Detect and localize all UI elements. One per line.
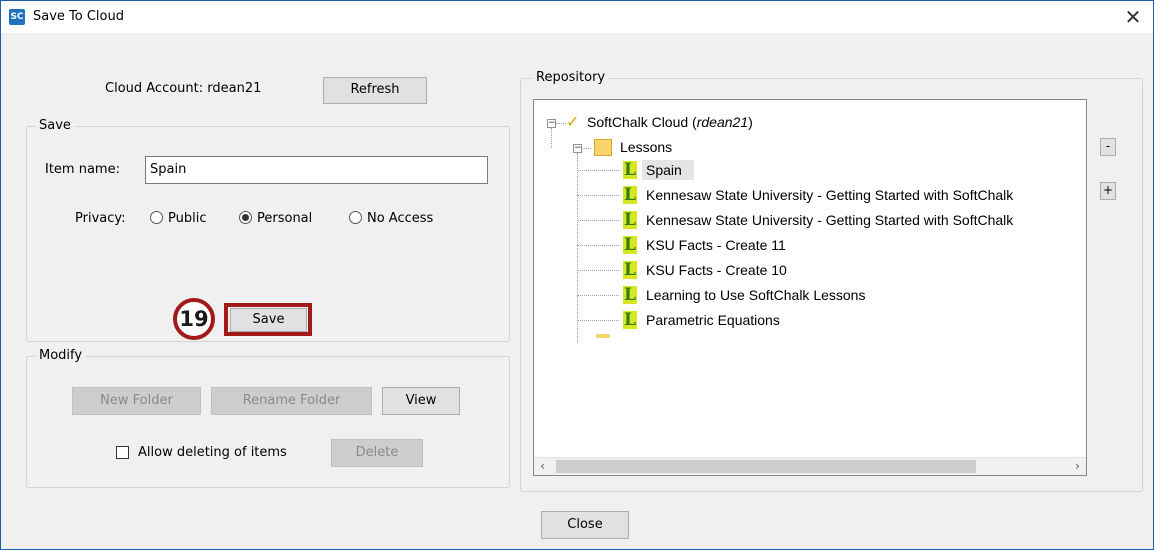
tree-folder-lessons[interactable]: Lessons [620,139,672,155]
view-button[interactable]: View [382,387,460,415]
lesson-icon: L [623,160,637,180]
modify-group-legend: Modify [35,348,87,363]
softchalk-app-icon: SC [9,9,25,25]
save-to-cloud-dialog: SC Save To Cloud ✕ Cloud Account: rdean2… [0,0,1154,550]
tree-guide [577,245,619,246]
tree-guide [577,220,619,221]
softchalk-cloud-icon: ✓ [566,112,580,131]
tree-guide [577,320,619,321]
allow-deleting-label: Allow deleting of items [138,445,287,460]
cloud-account-label: Cloud Account: rdean21 [105,81,262,96]
collapse-lessons-toggle[interactable]: − [573,144,582,153]
lesson-icon: L [623,285,637,305]
privacy-personal-radio[interactable] [239,211,252,224]
window-title: Save To Cloud [33,9,124,24]
lesson-icon: L [623,210,637,230]
tree-item[interactable]: KSU Facts - Create 10 [646,262,787,278]
privacy-label: Privacy: [75,211,126,226]
tree-guide [551,128,552,148]
tree-guide [577,195,619,196]
tree-guide [577,170,619,171]
tree-root-node[interactable]: SoftChalk Cloud (rdean21) [587,114,753,130]
tree-item[interactable]: Parametric Equations [646,312,780,328]
lesson-icon: L [623,235,637,255]
lesson-icon: L [623,260,637,280]
title-bar: SC Save To Cloud ✕ [1,1,1153,33]
privacy-public-radio[interactable] [150,211,163,224]
repository-group-legend: Repository [532,70,610,85]
item-name-label: Item name: [45,162,120,177]
save-button-highlight [224,303,312,336]
new-folder-button[interactable]: New Folder [72,387,201,415]
tree-guide [577,295,619,296]
step-number-badge: 19 [173,298,215,340]
scroll-right-icon[interactable]: › [1069,458,1086,475]
save-group-legend: Save [35,118,75,133]
tree-item-spain[interactable]: Spain [646,162,682,178]
tree-guide [581,148,591,149]
tree-item[interactable]: Learning to Use SoftChalk Lessons [646,287,865,303]
tree-item[interactable]: KSU Facts - Create 11 [646,237,786,253]
refresh-button[interactable]: Refresh [323,77,427,104]
privacy-no-access-option[interactable]: No Access [349,211,433,226]
repository-tree[interactable]: − ✓ SoftChalk Cloud (rdean21) − Lessons … [533,99,1087,476]
tree-guide [556,123,566,124]
folder-icon [594,139,612,156]
close-button[interactable]: Close [541,511,629,539]
item-name-input[interactable]: Spain [145,156,488,184]
tree-guide [577,153,578,343]
privacy-personal-option[interactable]: Personal [239,211,312,226]
tree-item[interactable]: Kennesaw State University - Getting Star… [646,212,1013,228]
scroll-left-icon[interactable]: ‹ [534,458,551,475]
partial-folder-icon [596,334,610,338]
lesson-icon: L [623,310,637,330]
allow-deleting-checkbox[interactable] [116,446,129,459]
lesson-icon: L [623,185,637,205]
collapse-root-toggle[interactable]: − [547,119,556,128]
privacy-public-option[interactable]: Public [150,211,206,226]
modify-group [26,356,510,488]
expand-all-button[interactable]: + [1100,182,1116,200]
close-window-icon[interactable]: ✕ [1113,1,1153,33]
privacy-no-access-radio[interactable] [349,211,362,224]
collapse-all-button[interactable]: - [1100,138,1116,156]
tree-item[interactable]: Kennesaw State University - Getting Star… [646,187,1013,203]
delete-button[interactable]: Delete [331,439,423,467]
tree-guide [577,270,619,271]
horizontal-scrollbar[interactable]: ‹ › [534,457,1086,475]
rename-folder-button[interactable]: Rename Folder [211,387,372,415]
scrollbar-thumb[interactable] [556,460,976,473]
